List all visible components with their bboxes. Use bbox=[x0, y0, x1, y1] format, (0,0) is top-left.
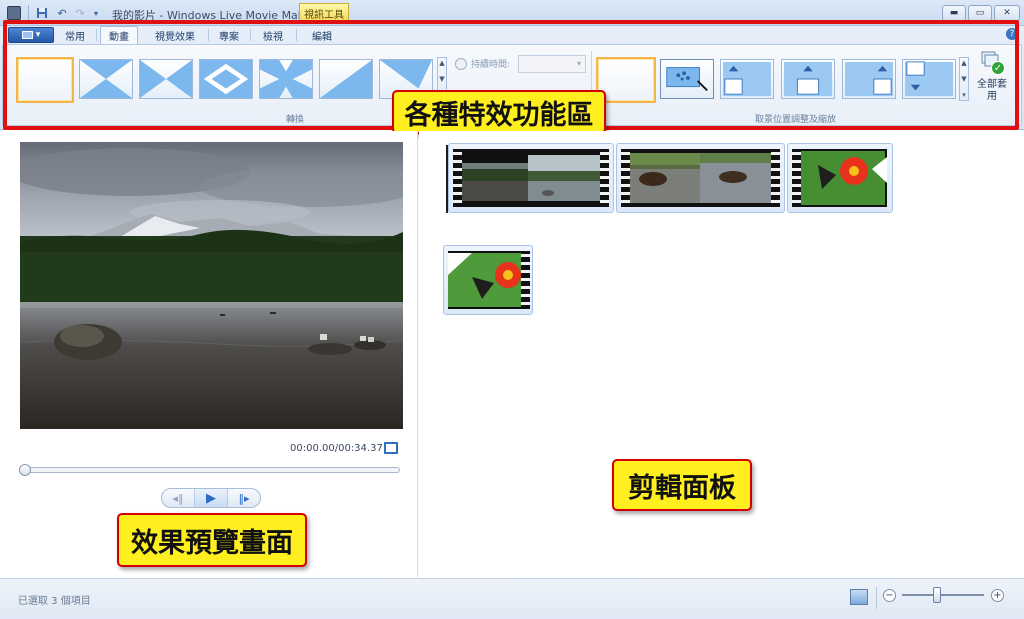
zoom-in-button[interactable]: + bbox=[991, 589, 1004, 602]
tab-separator bbox=[208, 29, 209, 41]
storyboard-callout: 剪輯面板 bbox=[612, 459, 752, 511]
app-icon[interactable] bbox=[7, 6, 21, 20]
tab-visual-effects[interactable]: 視覺效果 bbox=[146, 26, 204, 44]
apply-all-button[interactable]: ✓ 全部套用 bbox=[975, 49, 1009, 111]
timecode: 00:00.00/00:34.37 bbox=[290, 443, 383, 454]
panzoom-gallery-scroll[interactable]: ▲ ▼ ▾ bbox=[959, 57, 969, 101]
tab-view[interactable]: 檢視 bbox=[254, 26, 292, 44]
close-button[interactable]: ✕ bbox=[994, 5, 1020, 21]
tab-home[interactable]: 常用 bbox=[58, 26, 92, 44]
video-tools-context-tab: 視訊工具 bbox=[299, 3, 349, 22]
transition-diamond-thumb[interactable] bbox=[199, 59, 253, 99]
panzoom-up-right-thumb[interactable] bbox=[842, 59, 896, 99]
transitions-group-label: 轉換 bbox=[286, 115, 305, 125]
title-bar: ↶ ↷ ▾ 我的影片 - Windows Live Movie Maker 視訊… bbox=[0, 0, 1024, 26]
duration-label: 持續時間: bbox=[471, 60, 511, 70]
tab-edit[interactable]: 編輯 bbox=[302, 26, 342, 44]
duration-icon bbox=[455, 57, 467, 70]
fullscreen-icon[interactable] bbox=[384, 442, 398, 454]
panzoom-up-center-thumb[interactable] bbox=[781, 59, 835, 99]
preview-callout: 效果預覽畫面 bbox=[117, 513, 307, 567]
panzoom-down-left-thumb[interactable] bbox=[902, 59, 956, 99]
transition-x-cross-thumb[interactable] bbox=[259, 59, 313, 99]
duration-select[interactable]: ▾ bbox=[518, 55, 586, 73]
maximize-button[interactable]: ▭ bbox=[968, 5, 992, 21]
zoom-slider[interactable] bbox=[902, 594, 984, 596]
status-separator bbox=[876, 587, 877, 609]
playback-controls: ◂‖ ▶ ‖▸ bbox=[161, 488, 261, 508]
clip-bear[interactable] bbox=[616, 143, 785, 213]
selection-status: 已選取 3 個項目 bbox=[18, 596, 91, 607]
apply-all-label: 全部套用 bbox=[977, 79, 1007, 102]
clip-lake-filmstrip bbox=[453, 149, 609, 207]
seek-thumb[interactable] bbox=[19, 464, 31, 476]
panzoom-auto-thumb[interactable] bbox=[660, 59, 714, 99]
undo-icon[interactable]: ↶ bbox=[54, 5, 70, 21]
play-button[interactable]: ▶ bbox=[194, 489, 228, 507]
next-frame-button[interactable]: ‖▸ bbox=[228, 489, 260, 507]
clip-butterfly-2-filmstrip bbox=[448, 251, 530, 309]
transition-diagonal-cross-thumb[interactable] bbox=[79, 59, 133, 99]
clip-butterfly-filmstrip bbox=[792, 149, 887, 207]
checkmark-icon: ✓ bbox=[991, 61, 1005, 75]
help-icon[interactable]: ? bbox=[1006, 28, 1018, 40]
panzoom-group-label: 取景位置調整及縮放 bbox=[755, 115, 837, 125]
seek-bar[interactable] bbox=[19, 464, 400, 476]
video-preview[interactable] bbox=[20, 142, 403, 429]
clip-lake[interactable] bbox=[448, 143, 614, 213]
tab-animations[interactable]: 動畫 bbox=[100, 26, 138, 44]
clip-butterfly[interactable] bbox=[787, 143, 893, 213]
qat-separator bbox=[28, 5, 29, 21]
window-title: 我的影片 - Windows Live Movie Maker bbox=[112, 9, 316, 22]
qat-dropdown-icon[interactable]: ▾ bbox=[88, 5, 104, 21]
preview-pane: 00:00.00/00:34.37 ◂‖ ▶ ‖▸ bbox=[0, 131, 418, 577]
tab-project[interactable]: 專案 bbox=[212, 26, 246, 44]
zoom-slider-thumb[interactable] bbox=[933, 587, 941, 603]
clip-butterfly-2[interactable] bbox=[443, 245, 533, 315]
thumbnail-size-icon[interactable] bbox=[850, 589, 868, 605]
previous-frame-button[interactable]: ◂‖ bbox=[162, 489, 194, 507]
zoom-out-button[interactable]: − bbox=[883, 589, 896, 602]
ribbon-tabs: ▾ 常用 動畫 視覺效果 專案 檢視 編輯 ? bbox=[0, 26, 1024, 44]
transition-none-thumb[interactable] bbox=[16, 57, 74, 103]
transition-diagonal-wipe-thumb[interactable] bbox=[319, 59, 373, 99]
redo-icon[interactable]: ↷ bbox=[72, 5, 88, 21]
clip-bear-filmstrip bbox=[621, 149, 780, 207]
duration-control: 持續時間: bbox=[455, 57, 510, 70]
status-bar: 已選取 3 個項目 − + bbox=[0, 578, 1024, 619]
transition-bowtie-thumb[interactable] bbox=[139, 59, 193, 99]
minimize-button[interactable]: ▬ bbox=[942, 5, 966, 21]
tab-separator bbox=[96, 29, 97, 41]
ribbon-callout: 各種特效功能區 bbox=[392, 90, 606, 134]
app-menu-button[interactable]: ▾ bbox=[8, 27, 54, 43]
tab-separator bbox=[296, 29, 297, 41]
tab-separator bbox=[250, 29, 251, 41]
save-icon[interactable] bbox=[34, 5, 50, 21]
panzoom-up-left-thumb[interactable] bbox=[720, 59, 774, 99]
